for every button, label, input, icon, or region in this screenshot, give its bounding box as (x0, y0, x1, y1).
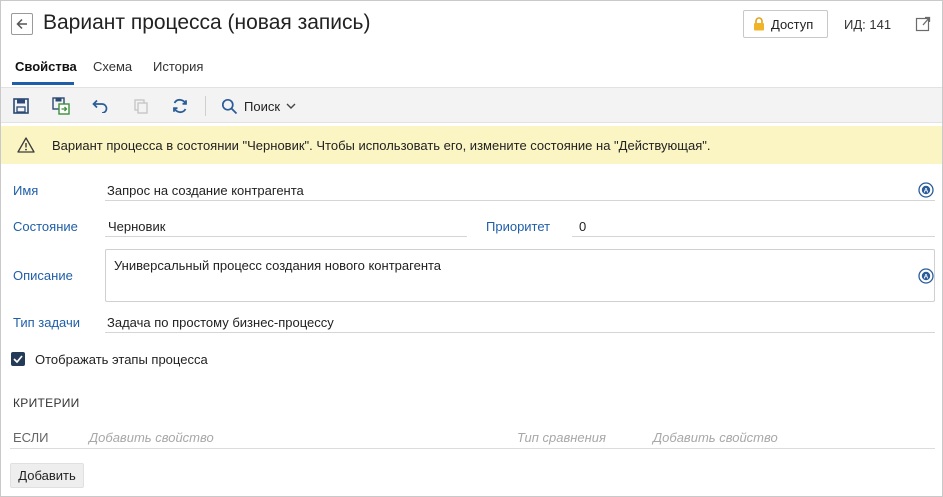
save-icon (13, 98, 29, 114)
priority-field[interactable]: 0 (579, 219, 586, 234)
active-tab-indicator (12, 82, 74, 85)
criteria-if-label: ЕСЛИ (13, 430, 49, 445)
state-label: Состояние (13, 219, 78, 234)
state-field-underline (105, 236, 467, 237)
save-copy-icon (52, 97, 70, 115)
state-field[interactable]: Черновик (108, 219, 165, 234)
open-in-new-window-icon[interactable] (915, 16, 931, 32)
svg-text:A: A (924, 188, 929, 195)
access-button[interactable]: Доступ (743, 10, 828, 38)
header: Вариант процесса (новая запись) Доступ И… (0, 0, 943, 50)
copy-button[interactable] (131, 96, 151, 116)
record-id: ИД: 141 (844, 17, 892, 32)
localization-icon[interactable]: A (918, 268, 934, 284)
search-button[interactable]: Поиск (221, 96, 296, 116)
copy-icon (134, 99, 148, 114)
search-icon (221, 98, 238, 114)
task-type-field[interactable]: Задача по простому бизнес-процессу (107, 315, 334, 330)
refresh-button[interactable] (170, 96, 190, 116)
checkmark-icon (13, 355, 23, 363)
add-criteria-button[interactable]: Добавить (10, 463, 84, 488)
localization-icon[interactable]: A (918, 182, 934, 198)
priority-field-underline (572, 236, 935, 237)
tab-properties[interactable]: Свойства (15, 59, 77, 74)
show-stages-checkbox[interactable] (11, 352, 25, 366)
warning-icon (17, 137, 35, 153)
access-button-label: Доступ (771, 16, 814, 32)
description-textarea[interactable]: Универсальный процесс создания нового ко… (105, 249, 935, 302)
arrow-left-icon (16, 18, 27, 30)
task-type-label: Тип задачи (13, 315, 81, 330)
criteria-property-input[interactable]: Добавить свойство (89, 430, 214, 445)
page-title: Вариант процесса (новая запись) (43, 11, 371, 34)
task-type-field-underline (105, 332, 935, 333)
undo-button[interactable] (90, 96, 110, 116)
toolbar-separator (205, 96, 206, 116)
toolbar: Поиск (1, 87, 942, 123)
save-button[interactable] (11, 96, 31, 116)
priority-label: Приоритет (486, 219, 551, 234)
chevron-down-icon (286, 103, 296, 109)
warning-text: Вариант процесса в состоянии "Черновик".… (52, 138, 711, 153)
show-stages-label[interactable]: Отображать этапы процесса (35, 352, 208, 367)
criteria-value-input[interactable]: Добавить свойство (653, 430, 778, 445)
svg-text:A: A (924, 274, 929, 281)
save-and-close-button[interactable] (51, 96, 71, 116)
criteria-row-divider (10, 448, 935, 449)
name-field[interactable]: Запрос на создание контрагента (107, 183, 304, 198)
name-label: Имя (13, 183, 39, 198)
name-field-underline (105, 200, 935, 201)
tab-history[interactable]: История (153, 59, 203, 74)
back-button[interactable] (11, 13, 33, 35)
tab-bar: Свойства Схема История (0, 55, 943, 85)
tab-schema[interactable]: Схема (93, 59, 132, 74)
lock-icon (754, 17, 764, 31)
criteria-compare-select[interactable]: Тип сравнения (517, 430, 606, 445)
search-button-label: Поиск (244, 98, 281, 114)
description-text: Универсальный процесс создания нового ко… (114, 258, 442, 273)
refresh-icon (173, 98, 187, 114)
warning-banner: Вариант процесса в состоянии "Черновик".… (1, 126, 942, 164)
description-label: Описание (13, 268, 73, 283)
undo-icon (92, 99, 108, 113)
criteria-section-title: КРИТЕРИИ (13, 396, 80, 410)
